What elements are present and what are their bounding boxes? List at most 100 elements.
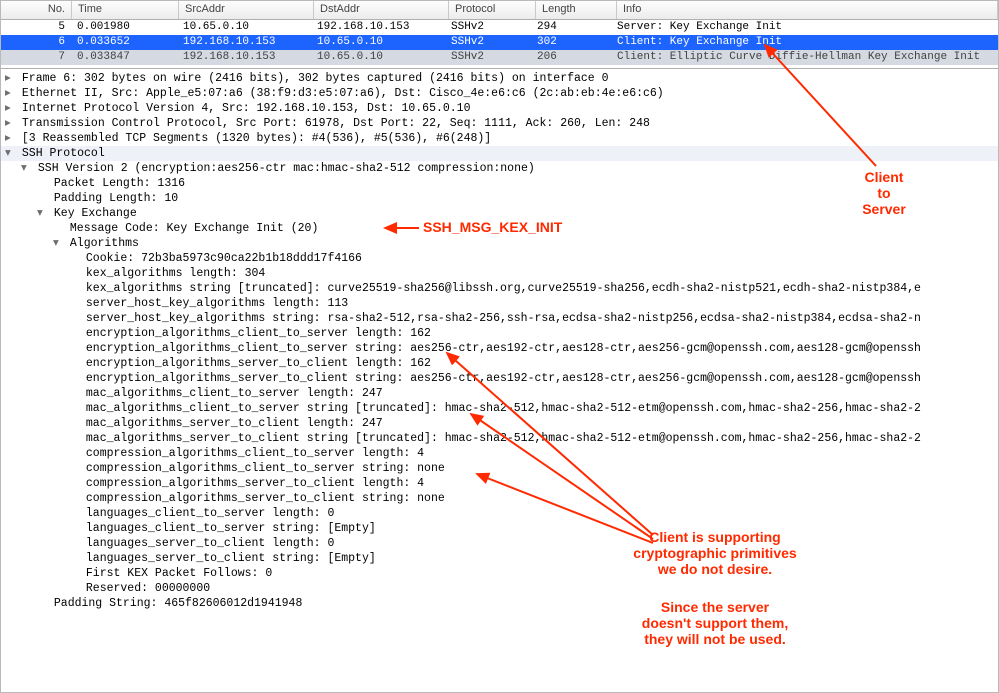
column-header-dst[interactable]: DstAddr	[314, 1, 449, 19]
cell: 206	[531, 50, 611, 65]
packet-row[interactable]: 50.00198010.65.0.10192.168.10.153SSHv229…	[1, 20, 998, 35]
tree-text: languages_client_to_server string: [Empt…	[79, 522, 376, 535]
tree-line[interactable]: compression_algorithms_client_to_server …	[1, 446, 998, 461]
tree-text: First KEX Packet Follows: 0	[79, 567, 272, 580]
tree-text: compression_algorithms_server_to_client …	[79, 477, 424, 490]
tree-text: Key Exchange	[47, 207, 137, 220]
column-header-no[interactable]: No.	[1, 1, 72, 19]
tree-line[interactable]: Ethernet II, Src: Apple_e5:07:a6 (38:f9:…	[1, 86, 998, 101]
tree-text: Algorithms	[63, 237, 139, 250]
tree-line[interactable]: server_host_key_algorithms string: rsa-s…	[1, 311, 998, 326]
tree-line[interactable]: Packet Length: 1316	[1, 176, 998, 191]
tree-line[interactable]: Cookie: 72b3ba5973c90ca22b1b18ddd17f4166	[1, 251, 998, 266]
tree-text: [3 Reassembled TCP Segments (1320 bytes)…	[15, 132, 491, 145]
expand-icon[interactable]	[5, 86, 15, 101]
tree-line[interactable]: compression_algorithms_server_to_client …	[1, 476, 998, 491]
tree-line[interactable]: mac_algorithms_client_to_server string […	[1, 401, 998, 416]
expand-icon[interactable]	[5, 71, 15, 86]
tree-text: server_host_key_algorithms string: rsa-s…	[79, 312, 921, 325]
expand-icon[interactable]	[5, 116, 15, 131]
cell: SSHv2	[445, 50, 531, 65]
tree-line[interactable]: compression_algorithms_client_to_server …	[1, 461, 998, 476]
tree-line[interactable]: First KEX Packet Follows: 0	[1, 566, 998, 581]
cell: Client: Key Exchange Init	[611, 35, 998, 50]
tree-line[interactable]: SSH Version 2 (encryption:aes256-ctr mac…	[1, 161, 998, 176]
tree-line[interactable]: encryption_algorithms_server_to_client l…	[1, 356, 998, 371]
tree-line[interactable]: kex_algorithms string [truncated]: curve…	[1, 281, 998, 296]
tree-text: Padding String: 465f82606012d1941948	[47, 597, 302, 610]
tree-line[interactable]: encryption_algorithms_client_to_server s…	[1, 341, 998, 356]
tree-line[interactable]: [3 Reassembled TCP Segments (1320 bytes)…	[1, 131, 998, 146]
cell: 0.033652	[71, 35, 177, 50]
tree-line[interactable]: Frame 6: 302 bytes on wire (2416 bits), …	[1, 71, 998, 86]
tree-text: encryption_algorithms_client_to_server s…	[79, 342, 921, 355]
tree-text: encryption_algorithms_client_to_server l…	[79, 327, 431, 340]
tree-line[interactable]: Padding Length: 10	[1, 191, 998, 206]
cell: 6	[1, 35, 71, 50]
tree-line[interactable]: Algorithms	[1, 236, 998, 251]
tree-line[interactable]: mac_algorithms_client_to_server length: …	[1, 386, 998, 401]
cell: 10.65.0.10	[177, 20, 311, 35]
tree-line[interactable]: languages_server_to_client string: [Empt…	[1, 551, 998, 566]
tree-line[interactable]: languages_client_to_server length: 0	[1, 506, 998, 521]
tree-text: kex_algorithms string [truncated]: curve…	[79, 282, 921, 295]
tree-text: Transmission Control Protocol, Src Port:…	[15, 117, 650, 130]
tree-text: compression_algorithms_client_to_server …	[79, 447, 424, 460]
packet-row[interactable]: 70.033847192.168.10.15310.65.0.10SSHv220…	[1, 50, 998, 65]
cell: SSHv2	[445, 20, 531, 35]
tree-text: Packet Length: 1316	[47, 177, 185, 190]
tree-text: compression_algorithms_server_to_client …	[79, 492, 445, 505]
cell: Server: Key Exchange Init	[611, 20, 998, 35]
tree-text: server_host_key_algorithms length: 113	[79, 297, 348, 310]
collapse-icon[interactable]	[21, 161, 31, 176]
tree-line[interactable]: Key Exchange	[1, 206, 998, 221]
column-header-length[interactable]: Length	[536, 1, 617, 19]
packet-details-tree[interactable]: Frame 6: 302 bytes on wire (2416 bits), …	[1, 68, 998, 693]
cell: 10.65.0.10	[311, 35, 445, 50]
tree-line[interactable]: mac_algorithms_server_to_client string […	[1, 431, 998, 446]
tree-line[interactable]: languages_client_to_server string: [Empt…	[1, 521, 998, 536]
tree-text: Message Code: Key Exchange Init (20)	[63, 222, 318, 235]
tree-line[interactable]: kex_algorithms length: 304	[1, 266, 998, 281]
cell: 192.168.10.153	[177, 50, 311, 65]
tree-text: Cookie: 72b3ba5973c90ca22b1b18ddd17f4166	[79, 252, 362, 265]
tree-line[interactable]: languages_server_to_client length: 0	[1, 536, 998, 551]
column-header-proto[interactable]: Protocol	[449, 1, 536, 19]
tree-text: Reserved: 00000000	[79, 582, 210, 595]
tree-line[interactable]: encryption_algorithms_server_to_client s…	[1, 371, 998, 386]
tree-line[interactable]: SSH Protocol	[1, 146, 998, 161]
cell: 7	[1, 50, 71, 65]
collapse-icon[interactable]	[53, 236, 63, 251]
tree-line[interactable]: encryption_algorithms_client_to_server l…	[1, 326, 998, 341]
tree-text: languages_client_to_server length: 0	[79, 507, 334, 520]
tree-text: mac_algorithms_client_to_server length: …	[79, 387, 383, 400]
tree-text: encryption_algorithms_server_to_client s…	[79, 372, 921, 385]
tree-text: languages_server_to_client string: [Empt…	[79, 552, 376, 565]
tree-text: mac_algorithms_server_to_client string […	[79, 432, 921, 445]
cell: SSHv2	[445, 35, 531, 50]
expand-icon[interactable]	[5, 101, 15, 116]
tree-line[interactable]: server_host_key_algorithms length: 113	[1, 296, 998, 311]
packet-list-header[interactable]: No. Time SrcAddr DstAddr Protocol Length…	[1, 1, 998, 20]
tree-line[interactable]: Transmission Control Protocol, Src Port:…	[1, 116, 998, 131]
column-header-time[interactable]: Time	[72, 1, 179, 19]
cell: 0.001980	[71, 20, 177, 35]
tree-line[interactable]: compression_algorithms_server_to_client …	[1, 491, 998, 506]
collapse-icon[interactable]	[37, 206, 47, 221]
tree-line[interactable]: Message Code: Key Exchange Init (20)	[1, 221, 998, 236]
tree-line[interactable]: Padding String: 465f82606012d1941948	[1, 596, 998, 611]
tree-text: mac_algorithms_client_to_server string […	[79, 402, 921, 415]
packet-row[interactable]: 60.033652192.168.10.15310.65.0.10SSHv230…	[1, 35, 998, 50]
tree-text: mac_algorithms_server_to_client length: …	[79, 417, 383, 430]
collapse-icon[interactable]	[5, 146, 15, 161]
cell: 5	[1, 20, 71, 35]
packet-list[interactable]: No. Time SrcAddr DstAddr Protocol Length…	[1, 1, 998, 68]
expand-icon[interactable]	[5, 131, 15, 146]
tree-text: kex_algorithms length: 304	[79, 267, 265, 280]
tree-line[interactable]: mac_algorithms_server_to_client length: …	[1, 416, 998, 431]
tree-line[interactable]: Reserved: 00000000	[1, 581, 998, 596]
column-header-info[interactable]: Info	[617, 1, 998, 19]
column-header-src[interactable]: SrcAddr	[179, 1, 314, 19]
cell: 192.168.10.153	[311, 20, 445, 35]
tree-line[interactable]: Internet Protocol Version 4, Src: 192.16…	[1, 101, 998, 116]
